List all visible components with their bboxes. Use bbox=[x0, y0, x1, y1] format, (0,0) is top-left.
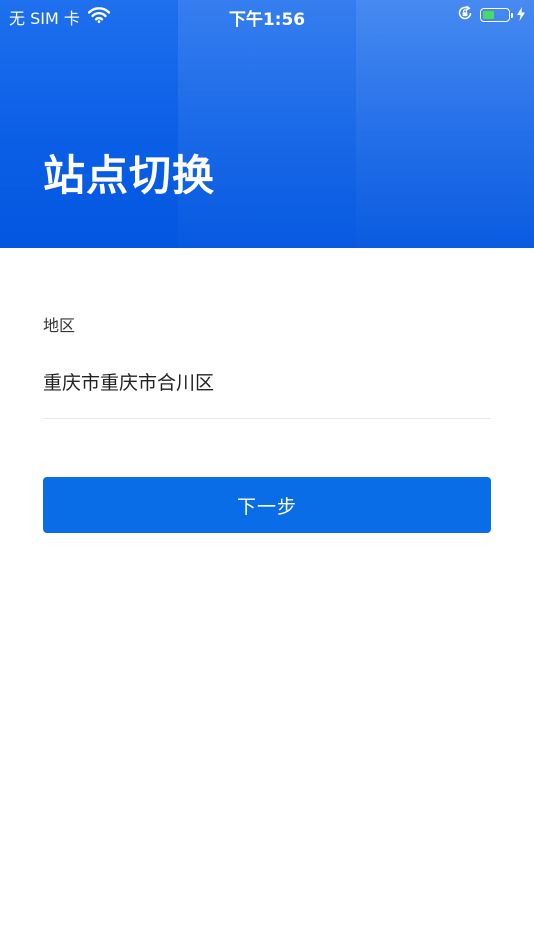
status-right bbox=[457, 5, 525, 25]
charging-bolt-icon bbox=[517, 6, 525, 25]
next-step-button[interactable]: 下一步 bbox=[43, 477, 491, 533]
status-time: 下午1:56 bbox=[228, 10, 306, 30]
battery-level-fill bbox=[483, 11, 494, 19]
battery-cap bbox=[510, 12, 513, 18]
battery-icon bbox=[480, 8, 513, 22]
region-select[interactable]: 重庆市重庆市合川区 bbox=[43, 368, 491, 395]
rotation-lock-icon bbox=[457, 5, 473, 25]
header: 无 SIM 卡 下午1:56 站点切换 bbox=[0, 0, 534, 248]
region-label: 地区 bbox=[43, 316, 76, 335]
app-screen: 无 SIM 卡 下午1:56 站点切换 地区 重庆市重庆市合川区 下一步 bbox=[0, 0, 534, 950]
field-divider bbox=[43, 418, 491, 419]
header-sheen bbox=[178, 0, 356, 248]
page-title: 站点切换 bbox=[43, 151, 216, 200]
status-bar: 无 SIM 卡 下午1:56 bbox=[0, 0, 534, 30]
header-sheen bbox=[356, 0, 534, 248]
